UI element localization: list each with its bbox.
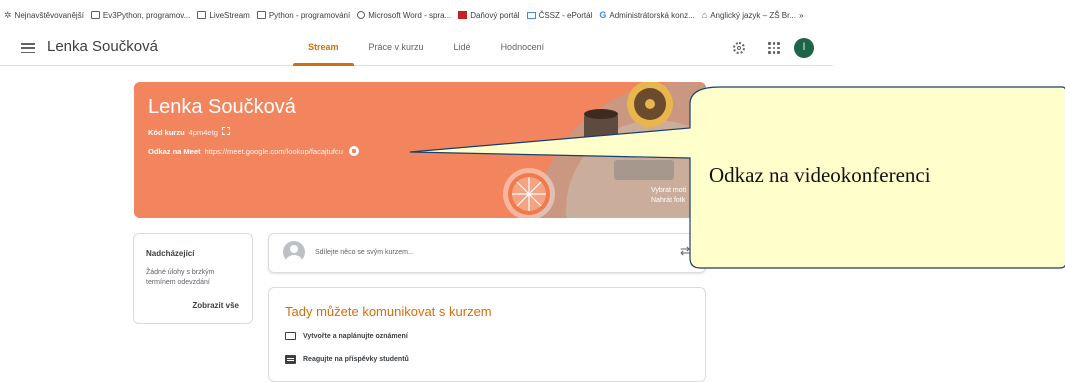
callout-text: Odkaz na videokonferenci xyxy=(709,163,931,187)
communicate-card: Tady můžete komunikovat s kurzem Vytvořt… xyxy=(268,287,706,382)
bookmark-item[interactable]: ČSSZ - ePortál xyxy=(526,10,593,20)
mail-icon xyxy=(526,11,536,19)
bookmark-label: Administrátorská konz... xyxy=(609,10,695,20)
list-item-label: Reagujte na příspěvky studentů xyxy=(303,356,409,363)
menu-icon[interactable] xyxy=(21,43,35,54)
google-icon: G xyxy=(599,10,607,20)
star-icon: ✲ xyxy=(4,9,12,20)
share-box[interactable]: Sdílejte něco se svým kurzem... ⇄ xyxy=(268,233,706,273)
user-avatar xyxy=(283,241,305,263)
communicate-title: Tady můžete komunikovat s kurzem xyxy=(285,304,492,319)
bookmark-item[interactable]: ✲ Nejnavštěvovanější xyxy=(4,10,84,21)
bookmarks-overflow-button[interactable]: » xyxy=(799,11,803,20)
building-icon: ⌂ xyxy=(701,10,708,20)
bookmark-label: LiveStream xyxy=(209,10,250,20)
tab-bar: Stream Práce v kurzu Lidé Hodnocení xyxy=(293,32,560,66)
class-title[interactable]: Lenka Součková xyxy=(47,38,158,55)
banner-title: Lenka Součková xyxy=(148,96,296,118)
bookmark-label: Nejnavštěvovanější xyxy=(14,10,84,20)
announcement-icon xyxy=(285,332,296,340)
bookmark-item[interactable]: ⌂ Anglický jazyk – ZŠ Br... xyxy=(702,10,796,20)
apps-grid-icon[interactable] xyxy=(768,42,780,54)
settings-icon[interactable] xyxy=(730,39,748,57)
bookmark-item[interactable]: LiveStream xyxy=(197,10,250,20)
class-code-value[interactable]: 4pm4etg xyxy=(189,128,218,137)
bookmark-item[interactable]: Daňový portál xyxy=(458,10,520,20)
bookmark-item[interactable]: Python - programování xyxy=(256,10,351,20)
tab-stream[interactable]: Stream xyxy=(293,32,354,66)
tab-people[interactable]: Lidé xyxy=(439,32,486,65)
video-icon[interactable] xyxy=(348,146,359,156)
upcoming-title: Nadcházející xyxy=(146,249,195,258)
tab-classwork[interactable]: Práce v kurzu xyxy=(354,32,439,65)
folder-icon xyxy=(256,11,266,19)
bookmark-item[interactable]: G Administrátorská konz... xyxy=(599,10,694,20)
header-actions: l xyxy=(730,38,814,58)
bookmark-label: Microsoft Word - spra... xyxy=(368,10,452,20)
fullscreen-icon[interactable] xyxy=(221,127,230,135)
red-square-icon xyxy=(458,11,468,19)
view-all-link[interactable]: Zobrazit vše xyxy=(192,301,239,310)
share-placeholder: Sdílejte něco se svým kurzem... xyxy=(315,249,414,256)
class-code-row: Kód kurzu 4pm4etg xyxy=(148,127,230,137)
list-item: Reagujte na příspěvky studentů xyxy=(285,355,409,364)
bookmarks-bar: ✲ Nejnavštěvovanější Ev3Python, programov… xyxy=(0,0,1065,30)
folder-icon xyxy=(197,11,207,19)
customize-links: Vybrat moti Nahrát fotk xyxy=(651,186,686,206)
select-theme-link[interactable]: Vybrat moti xyxy=(651,187,686,194)
comment-icon xyxy=(285,355,296,364)
bookmark-item[interactable]: Ev3Python, programov... xyxy=(90,10,191,20)
tab-grades[interactable]: Hodnocení xyxy=(486,32,560,65)
repost-icon[interactable]: ⇄ xyxy=(680,244,690,258)
bookmark-label: Daňový portál xyxy=(470,10,520,20)
globe-icon xyxy=(357,11,366,19)
upcoming-empty-text: Žádné úlohy s brzkým termínem odevzdání xyxy=(146,269,215,286)
list-item: Vytvořte a naplánujte oznámení xyxy=(285,332,408,340)
bookmark-label: ČSSZ - ePortál xyxy=(538,10,593,20)
meet-link[interactable]: https://meet.google.com/lookup/facajtufc… xyxy=(205,147,343,156)
meet-link-row: Odkaz na Meet https://meet.google.com/loo… xyxy=(148,146,359,156)
bookmark-label: Python - programování xyxy=(268,10,351,20)
avatar[interactable]: l xyxy=(794,38,814,58)
list-item-label: Vytvořte a naplánujte oznámení xyxy=(303,332,408,340)
upload-photo-link[interactable]: Nahrát fotk xyxy=(651,197,685,204)
class-header: Lenka Součková Stream Práce v kurzu Lidé… xyxy=(0,32,833,66)
bookmark-label: Ev3Python, programov... xyxy=(102,10,191,20)
upcoming-card: Nadcházející Žádné úlohy s brzkým termín… xyxy=(133,233,253,324)
bookmark-item[interactable]: Microsoft Word - spra... xyxy=(357,11,451,20)
class-banner: Lenka Součková Kód kurzu 4pm4etg Odkaz na… xyxy=(134,82,706,218)
folder-icon xyxy=(90,11,100,19)
bookmark-label: Anglický jazyk – ZŠ Br... xyxy=(710,10,796,20)
meet-link-label: Odkaz na Meet xyxy=(148,146,201,156)
class-code-label: Kód kurzu xyxy=(148,128,185,137)
